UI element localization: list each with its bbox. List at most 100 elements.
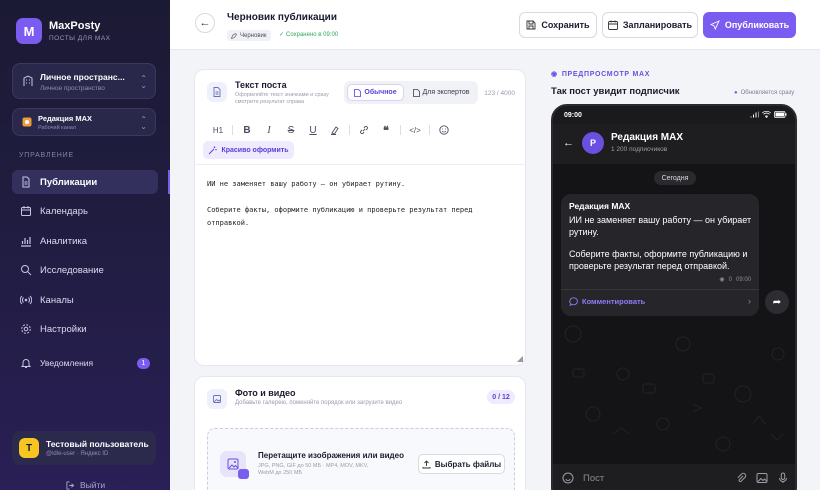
phone-status-bar: 09:00 [553, 106, 795, 126]
phone-input-placeholder[interactable]: Пост [583, 473, 604, 484]
media-title: Фото и видео [235, 388, 296, 398]
dot-icon: ● [734, 90, 738, 96]
nav-item-calendar[interactable]: Календарь [12, 199, 158, 223]
post-paragraph: Соберите факты, оформите публикацию и пр… [207, 206, 473, 227]
message-meta: ◉ 0 09:00 [719, 276, 751, 284]
comment-label: Комментировать [582, 297, 646, 306]
image-icon[interactable] [756, 472, 768, 484]
magic-wand-icon [209, 146, 218, 154]
comment-button[interactable]: Комментировать [569, 297, 645, 306]
phone-subscriber-count: 1 200 подписчиков [611, 146, 668, 153]
arrow-left-icon[interactable]: ← [563, 137, 574, 149]
phone-status-icons [750, 111, 787, 118]
wifi-icon [762, 111, 771, 118]
nav-item-publications[interactable]: Публикации [12, 170, 170, 194]
mode-normal-label: Обычное [364, 89, 397, 96]
underline-icon[interactable]: U [302, 122, 324, 138]
phone-chat-area: Сегодня Редакция MAX ИИ не заменяет вашу… [553, 164, 795, 464]
toolbar-divider [429, 125, 430, 135]
preview-title: Так пост увидит подписчик [551, 86, 680, 97]
mode-expert-label: Для экспертов [422, 89, 470, 96]
logout-icon [66, 480, 75, 490]
code-icon[interactable]: </> [404, 122, 426, 138]
nav-item-channels[interactable]: Каналы [12, 288, 158, 312]
battery-icon [774, 111, 787, 118]
nav-section-label: УПРАВЛЕНИЕ [19, 152, 74, 159]
brand-name: MaxPosty [49, 20, 101, 32]
heading-button[interactable]: H1 [207, 122, 229, 138]
back-button[interactable]: ← [195, 13, 215, 33]
save-button[interactable]: Сохранить [519, 12, 597, 38]
chevron-right-icon: › [748, 296, 751, 306]
check-icon: ✓ [279, 32, 285, 38]
share-button[interactable]: ➦ [765, 290, 789, 314]
post-paragraph: ИИ не заменяет вашу работу — он убирает … [207, 180, 406, 188]
publish-button[interactable]: Опубликовать [703, 12, 796, 38]
mode-normal-button[interactable]: Обычное [347, 84, 404, 101]
upload-icon [422, 459, 431, 468]
emoji-icon[interactable] [562, 472, 574, 484]
user-profile-card[interactable]: T Тестовый пользователь @idle-user · Янд… [12, 431, 156, 465]
bold-icon[interactable]: B [236, 122, 258, 138]
live-update-text: Обновляется сразу [740, 90, 795, 96]
nav-label: Публикации [40, 176, 98, 188]
message-paragraph: Соберите факты, оформите публикацию и пр… [569, 249, 748, 271]
nav-label: Настройки [40, 323, 87, 335]
saved-text: Сохранено в 09:00 [286, 31, 339, 38]
status-badge: Черновик [227, 30, 271, 41]
channel-title: Редакция MAX [38, 114, 93, 123]
highlight-icon[interactable] [324, 122, 346, 138]
nav-item-settings[interactable]: Настройки [12, 317, 158, 341]
schedule-button[interactable]: Запланировать [602, 12, 698, 38]
media-dropzone[interactable]: Перетащите изображения или видео JPG, PN… [207, 428, 515, 490]
dropzone-hint: JPG, PNG, GIF до 50 МБ · MP4, MOV, MKV, … [258, 463, 369, 476]
divider [195, 164, 525, 165]
chart-icon [21, 237, 31, 247]
channel-subtitle: Рабочий канал [38, 125, 77, 131]
nav-item-research[interactable]: Исследование [12, 258, 158, 282]
video-badge-icon [238, 469, 249, 479]
nav-label: Каналы [40, 294, 74, 306]
emoji-icon[interactable] [433, 122, 455, 138]
page-title: Черновик публикации [227, 12, 337, 23]
beautify-button[interactable]: Красиво оформить [203, 141, 294, 159]
page-header: ← Черновик публикации Черновик ✓ Сохране… [170, 0, 820, 50]
channel-switcher[interactable]: Редакция MAX Рабочий канал ⌃ ⌄ [12, 108, 156, 136]
phone-channel-name: Редакция MAX [611, 132, 684, 143]
mode-expert-button[interactable]: Для экспертов [407, 84, 475, 101]
beautify-label: Красиво оформить [221, 146, 289, 154]
post-text-area[interactable]: ИИ не заменяет вашу работу — он убирает … [207, 178, 507, 243]
save-icon [526, 20, 536, 30]
pencil-icon [231, 32, 237, 39]
nav-item-analytics[interactable]: Аналитика [12, 229, 158, 253]
microphone-icon[interactable] [777, 472, 789, 484]
resize-handle-icon[interactable]: ◢ [517, 354, 523, 363]
nav-item-notifications[interactable]: Уведомления 1 [12, 351, 158, 375]
live-update-note: ● Обновляется сразу [734, 90, 794, 96]
preview-section-label: ◉ ПРЕДПРОСМОТР MAX [551, 70, 650, 79]
brand-tagline: ПОСТЫ ДЛЯ MAX [49, 35, 111, 42]
status-text: Черновик [240, 32, 267, 39]
italic-icon[interactable]: I [258, 122, 280, 138]
heading-label: H1 [212, 125, 224, 135]
app-logo[interactable]: M [16, 18, 42, 44]
toolbar-divider [232, 125, 233, 135]
gallery-icon [207, 389, 227, 409]
workspace-subtitle: Личное пространство [40, 85, 105, 92]
calendar-icon [21, 206, 31, 216]
media-upload-card: Фото и видео Добавьте галерею, поменяйте… [194, 376, 526, 490]
code-document-icon [412, 88, 420, 97]
strikethrough-icon[interactable]: S [280, 122, 302, 138]
logout-button[interactable]: Выйти [66, 480, 105, 490]
nav-label: Календарь [40, 205, 88, 217]
toolbar-divider [400, 125, 401, 135]
attach-icon[interactable] [735, 472, 747, 484]
choose-files-button[interactable]: Выбрать файлы [418, 454, 505, 474]
publish-label: Опубликовать [724, 20, 790, 30]
link-icon[interactable] [353, 122, 375, 138]
user-name: Тестовый пользователь [46, 439, 149, 449]
document-icon [354, 88, 362, 97]
broadcast-icon [20, 295, 32, 305]
workspace-switcher[interactable]: Личное пространс... Личное пространство … [12, 63, 156, 99]
quote-icon[interactable]: ❝ [375, 122, 397, 138]
